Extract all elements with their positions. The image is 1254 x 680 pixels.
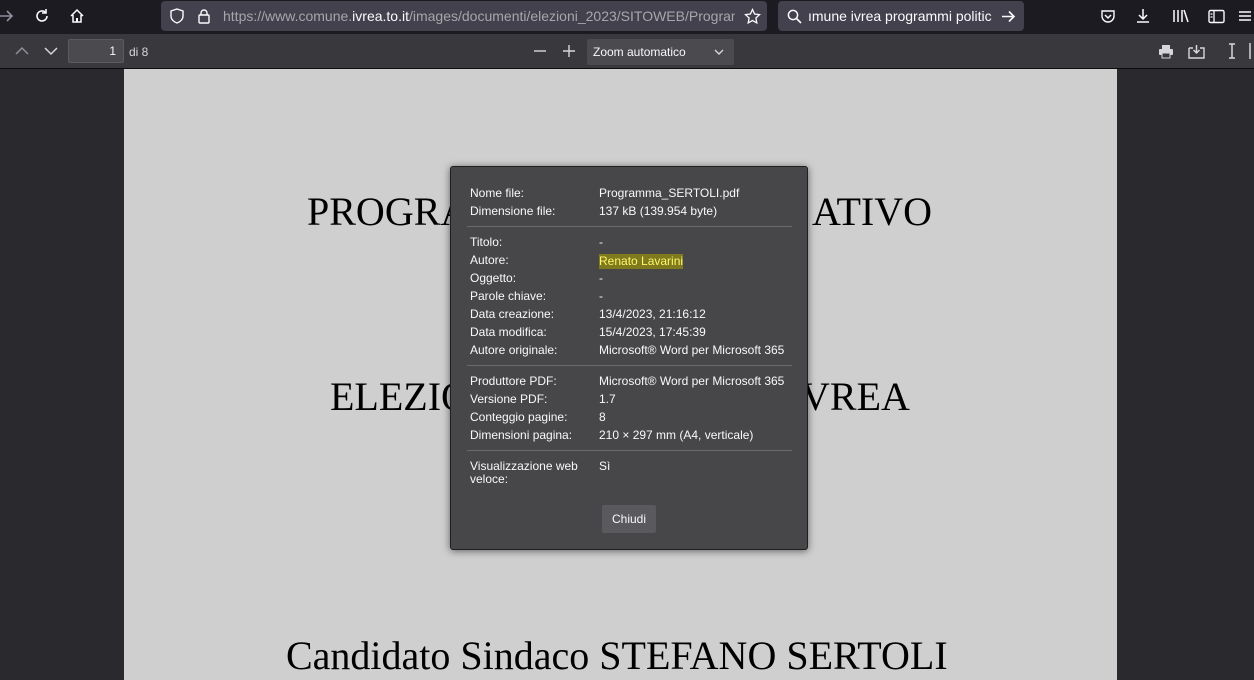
zoom-select-value: Zoom automatico <box>593 45 686 59</box>
property-row: Data creazione: 13/4/2023, 21:16:12 <box>470 308 800 326</box>
property-row: Dimensioni pagina: 210 × 297 mm (A4, vert… <box>470 429 800 447</box>
page-count: di 8 <box>129 45 149 59</box>
property-value: Programma_SERTOLI.pdf <box>599 186 740 200</box>
url-path: /images/documenti/elezioni_2023/SITOWEB/… <box>408 8 735 24</box>
url-prefix: https://www.comune. <box>223 8 353 24</box>
pocket-icon[interactable] <box>1097 3 1119 29</box>
property-label: Dimensioni pagina: <box>470 428 573 442</box>
page-number-input[interactable]: 1 <box>68 39 124 63</box>
property-row: Produttore PDF: Microsoft® Word per Micro… <box>470 375 800 393</box>
property-label: Oggetto: <box>470 271 517 285</box>
tools-menu-icon[interactable] <box>1245 38 1254 64</box>
search-icon <box>785 3 803 29</box>
property-label: Autore originale: <box>470 343 558 357</box>
property-label: Data modifica: <box>470 325 547 339</box>
property-label: Autore: <box>470 253 509 267</box>
section-divider <box>467 450 792 451</box>
pdf-toolbar: 1 di 8 Zoom automatico <box>0 34 1254 69</box>
save-download-icon[interactable] <box>1185 38 1207 64</box>
property-value-highlighted: Renato Lavarini <box>599 254 684 269</box>
property-value: Sì <box>599 459 611 473</box>
property-row: Nome file: Programma_SERTOLI.pdf <box>470 187 800 205</box>
address-bar[interactable]: https://www.comune.ivrea.to.it/images/do… <box>161 1 767 31</box>
reload-icon[interactable] <box>30 3 54 29</box>
next-page-icon[interactable] <box>41 38 61 64</box>
property-value: Microsoft® Word per Microsoft 365 <box>599 343 785 357</box>
url-text[interactable]: https://www.comune.ivrea.to.it/images/do… <box>223 8 735 24</box>
forward-arrow-icon[interactable] <box>0 3 14 29</box>
property-label: Dimensione file: <box>470 204 556 218</box>
chevron-down-icon <box>714 39 724 65</box>
page-line2-right: VREA <box>801 374 910 419</box>
property-row: Autore originale: Microsoft® Word per Mic… <box>470 344 800 362</box>
property-row: Parole chiave: - <box>470 290 800 308</box>
document-properties-dialog: Chiudi Nome file: Programma_SERTOLI.pdf Di… <box>450 166 808 550</box>
property-row: Data modifica: 15/4/2023, 17:45:39 <box>470 326 800 344</box>
text-cursor-icon[interactable] <box>1222 38 1242 64</box>
property-row: Autore: Renato Lavarini <box>470 254 800 272</box>
property-value: 13/4/2023, 21:16:12 <box>599 307 706 321</box>
search-input[interactable]: ımune ivrea programmi politici <box>808 8 992 24</box>
close-button[interactable]: Chiudi <box>602 505 656 533</box>
property-row: Versione PDF: 1.7 <box>470 393 800 411</box>
property-value: 210 × 297 mm (A4, verticale) <box>599 428 754 442</box>
property-label: Conteggio pagine: <box>470 410 568 424</box>
browser-toolbar: https://www.comune.ivrea.to.it/images/do… <box>0 0 1254 34</box>
property-row: Visualizzazione web veloce: Sì <box>470 459 800 486</box>
library-icon[interactable] <box>1170 3 1192 29</box>
property-value: 137 kB (139.954 byte) <box>599 204 718 218</box>
print-icon[interactable] <box>1156 38 1176 64</box>
lock-icon[interactable] <box>194 3 214 29</box>
property-label: Titolo: <box>470 235 503 249</box>
zoom-in-icon[interactable] <box>559 38 579 64</box>
section-divider <box>467 226 792 227</box>
property-value: 1.7 <box>599 392 616 406</box>
menu-icon[interactable] <box>1238 3 1252 29</box>
property-value: 15/4/2023, 17:45:39 <box>599 325 706 339</box>
page-line2-left: ELEZIO <box>330 374 470 419</box>
sidebar-icon[interactable] <box>1205 3 1227 29</box>
property-row: Oggetto: - <box>470 272 800 290</box>
property-value: 8 <box>599 410 606 424</box>
tracking-protection-shield-icon[interactable] <box>167 3 187 29</box>
zoom-select[interactable]: Zoom automatico <box>587 39 734 65</box>
property-label: Versione PDF: <box>470 392 548 406</box>
zoom-out-icon[interactable] <box>530 38 550 64</box>
property-label: Parole chiave: <box>470 289 547 303</box>
property-label: Produttore PDF: <box>470 374 557 388</box>
search-bar[interactable]: ımune ivrea programmi politici <box>778 1 1024 31</box>
home-icon[interactable] <box>65 3 89 29</box>
page-line1-left: PROGRA <box>307 189 470 234</box>
property-label: Visualizzazione web veloce: <box>470 459 578 486</box>
property-row: Dimensione file: 137 kB (139.954 byte) <box>470 205 800 223</box>
property-label: Nome file: <box>470 186 525 200</box>
property-row: Conteggio pagine: 8 <box>470 411 800 429</box>
property-label: Data creazione: <box>470 307 555 321</box>
bookmark-star-icon[interactable] <box>741 3 763 29</box>
go-arrow-icon[interactable] <box>998 3 1018 29</box>
property-row: Titolo: - <box>470 236 800 254</box>
page-line1-right: ATIVO <box>812 189 932 234</box>
section-divider <box>467 365 792 366</box>
url-domain: ivrea.to.it <box>352 8 409 24</box>
previous-page-icon[interactable] <box>12 38 32 64</box>
page-candidate-line: Candidato Sindaco STEFANO SERTOLI <box>286 633 948 678</box>
property-value: Microsoft® Word per Microsoft 365 <box>599 374 785 388</box>
property-value: - <box>599 235 603 249</box>
property-value: - <box>599 289 603 303</box>
property-value: - <box>599 271 603 285</box>
downloads-icon[interactable] <box>1132 3 1154 29</box>
